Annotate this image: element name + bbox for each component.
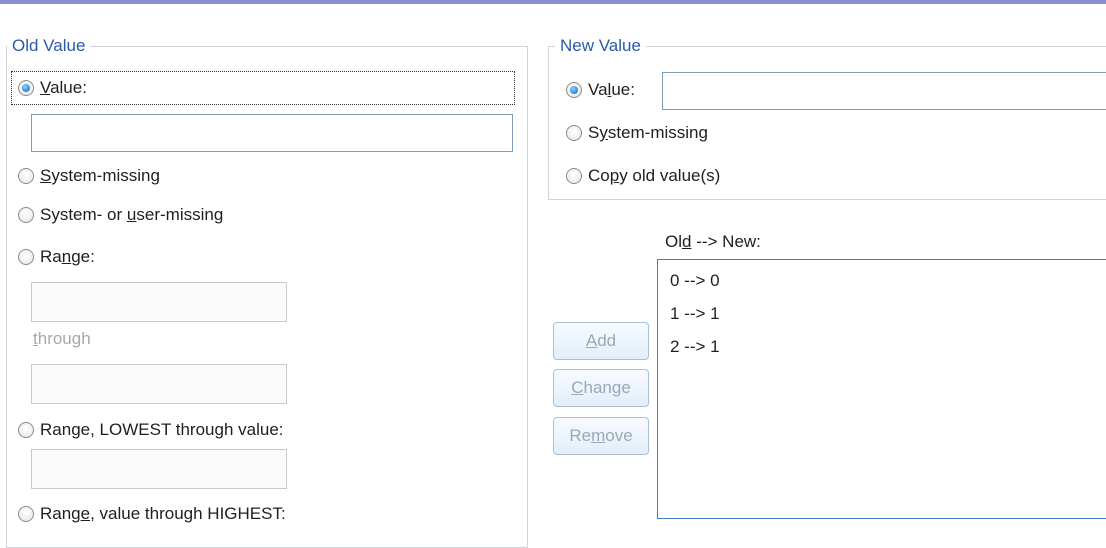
old-value-radio-label: Value: xyxy=(40,78,87,97)
radio-unselected-icon xyxy=(18,422,34,438)
old-system-missing-radio[interactable]: System-missing xyxy=(18,164,160,188)
through-label: through xyxy=(33,329,91,348)
new-value-input[interactable] xyxy=(662,72,1106,110)
remove-button[interactable]: Re m ove xyxy=(553,417,649,455)
new-value-legend: New Value xyxy=(555,35,646,57)
old-range-highest-label: Range, value through HIGHEST: xyxy=(40,504,286,523)
copy-old-values-radio[interactable]: Copy old value(s) xyxy=(566,164,720,188)
old-system-or-user-missing-radio[interactable]: System- or user-missing xyxy=(18,203,223,227)
old-range-label: Range: xyxy=(40,247,95,266)
old-range-radio[interactable]: Range: xyxy=(18,245,95,269)
old-value-radio[interactable]: Value: xyxy=(11,71,515,105)
range-from-input[interactable] xyxy=(31,282,287,322)
old-system-or-user-missing-label: System- or user-missing xyxy=(40,205,224,224)
old-new-list-label: Old --> New: xyxy=(665,232,761,251)
radio-unselected-icon xyxy=(18,249,34,265)
radio-unselected-icon xyxy=(566,125,582,141)
new-value-radio-label: Value: xyxy=(588,80,635,99)
old-value-legend: Old Value xyxy=(7,35,91,57)
radio-unselected-icon xyxy=(18,168,34,184)
new-system-missing-label: System-missing xyxy=(588,123,708,142)
radio-unselected-icon xyxy=(18,506,34,522)
list-item[interactable]: 1 --> 1 xyxy=(670,303,720,325)
range-to-input[interactable] xyxy=(31,364,287,404)
radio-unselected-icon xyxy=(18,207,34,223)
old-range-highest-radio[interactable]: Range, value through HIGHEST: xyxy=(18,502,286,526)
old-system-missing-label: System-missing xyxy=(40,166,160,185)
old-new-list[interactable]: 0 --> 0 1 --> 1 2 --> 1 xyxy=(657,259,1106,519)
add-button[interactable]: Add xyxy=(553,322,649,360)
old-range-lowest-radio[interactable]: Range, LOWEST through value: xyxy=(18,418,284,442)
radio-selected-icon xyxy=(566,82,582,98)
radio-unselected-icon xyxy=(566,168,582,184)
list-item[interactable]: 2 --> 1 xyxy=(670,336,720,358)
list-item[interactable]: 0 --> 0 xyxy=(670,270,720,292)
new-system-missing-radio[interactable]: System-missing xyxy=(566,121,708,145)
range-lowest-input[interactable] xyxy=(31,449,287,489)
window-top-border xyxy=(0,0,1106,4)
copy-old-values-label: Copy old value(s) xyxy=(588,166,721,185)
old-range-lowest-label: Range, LOWEST through value: xyxy=(40,420,284,439)
radio-selected-icon xyxy=(18,80,34,96)
change-button[interactable]: Change xyxy=(553,369,649,407)
new-value-radio[interactable]: Value: xyxy=(566,78,635,102)
old-value-input[interactable] xyxy=(31,114,513,152)
